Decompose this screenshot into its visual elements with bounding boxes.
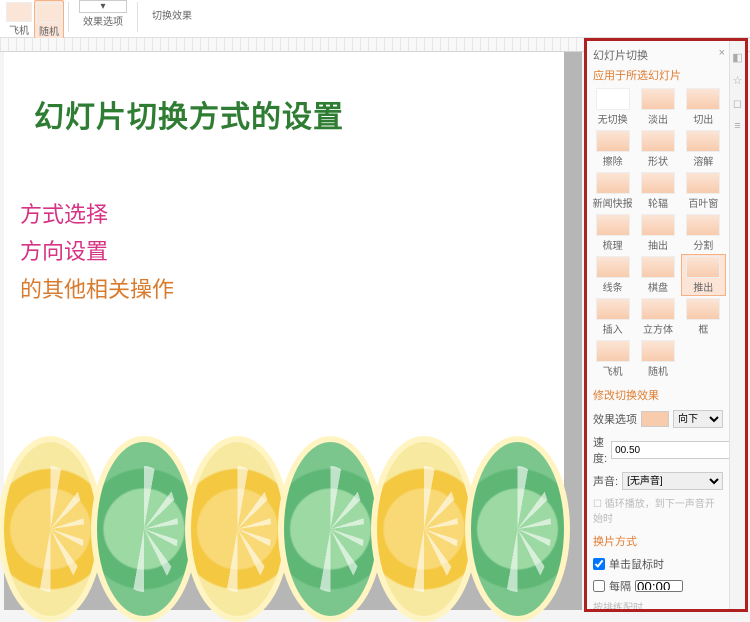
transition-梳理[interactable]: 梳理 [591, 213, 634, 253]
transition-轮辐[interactable]: 轮辐 [636, 171, 679, 211]
every-checkbox[interactable] [593, 580, 605, 592]
transition-label: 淡出 [648, 111, 668, 126]
transition-淡出[interactable]: 淡出 [636, 87, 679, 127]
rehearse-label: 按排练配时 [593, 599, 723, 609]
effect-options-label: 效果选项 [593, 411, 637, 427]
apply-heading: 应用于所选幻灯片 [591, 65, 725, 87]
transition-label: 推出 [693, 279, 713, 294]
slide-line-2: 方向设置 [20, 233, 564, 270]
transition-label: 随机 [648, 363, 668, 378]
transition-label: 飞机 [603, 363, 623, 378]
vt-icon[interactable]: ◧ [732, 51, 742, 64]
slide-body: 方式选择 方向设置 的其他相关操作 [4, 136, 564, 308]
transition-线条[interactable]: 线条 [591, 255, 634, 295]
speed-label: 速度: [593, 434, 607, 466]
transition-label: 框 [698, 321, 708, 336]
transition-棋盘[interactable]: 棋盘 [636, 255, 679, 295]
transition-框[interactable]: 框 [682, 297, 725, 337]
transition-task-pane: 幻灯片切换 × 应用于所选幻灯片 无切换 淡出 切出擦除 形状 溶解新闻快报轮辐 百叶窗梳… [584, 38, 748, 612]
transition-擦除[interactable]: 擦除 [591, 129, 634, 169]
ribbon-transition-plane[interactable]: 飞机 [4, 0, 34, 37]
effect-options-select[interactable]: 向下 [673, 410, 723, 428]
vt-icon[interactable]: ◻ [733, 97, 742, 110]
ribbon-transition-effect[interactable]: 切换效果 [142, 0, 202, 28]
slide-decoration [4, 432, 564, 572]
ribbon: 飞机 随机 ▾ 效果选项 切换效果 [0, 0, 750, 38]
transition-label: 切出 [693, 111, 713, 126]
transition-label: 立方体 [643, 321, 673, 336]
transition-分割[interactable]: 分割 [682, 213, 725, 253]
every-label: 每隔 [609, 578, 631, 594]
transition-label: 抽出 [648, 237, 668, 252]
vt-icon[interactable]: ≡ [734, 120, 740, 132]
transition-label: 新闻快报 [593, 195, 633, 210]
slide-line-3: 的其他相关操作 [20, 271, 564, 308]
transition-label: 无切换 [598, 111, 628, 126]
transition-label: 线条 [603, 279, 623, 294]
panel-title: 幻灯片切换 [593, 47, 648, 63]
every-input[interactable] [635, 580, 683, 592]
vertical-toolbar: ◧ ☆ ◻ ≡ [729, 41, 745, 609]
ribbon-transition-random[interactable]: 随机 [34, 0, 64, 39]
transition-形状[interactable]: 形状 [636, 129, 679, 169]
ribbon-effect-options[interactable]: ▾ 效果选项 [73, 0, 133, 28]
transition-切出[interactable]: 切出 [682, 87, 725, 127]
transition-新闻快报[interactable]: 新闻快报 [591, 171, 634, 211]
on-click-label: 单击鼠标时 [609, 556, 664, 572]
transition-溶解[interactable]: 溶解 [682, 129, 725, 169]
transition-无切换[interactable]: 无切换 [591, 87, 634, 127]
slide-stage: 幻灯片切换方式的设置 方式选择 方向设置 的其他相关操作 [4, 52, 582, 610]
transition-百叶窗[interactable]: 百叶窗 [682, 171, 725, 211]
transition-随机[interactable]: 随机 [636, 339, 679, 379]
modify-heading: 修改切换效果 [593, 387, 725, 403]
loop-sound-label: 循环播放，到下一声音开始时 [593, 499, 715, 525]
transition-grid: 无切换 淡出 切出擦除 形状 溶解新闻快报轮辐 百叶窗梳理 抽出 分割线条 棋盘 推出插入 立方体 框… [591, 87, 725, 379]
transition-label: 溶解 [693, 153, 713, 168]
sound-select[interactable]: [无声音] [622, 472, 723, 490]
panel-close-icon[interactable]: × [719, 47, 725, 63]
advance-heading: 换片方式 [593, 533, 725, 549]
transition-立方体[interactable]: 立方体 [636, 297, 679, 337]
transition-label: 插入 [603, 321, 623, 336]
slide-title: 幻灯片切换方式的设置 [4, 52, 564, 136]
on-click-checkbox[interactable] [593, 558, 605, 570]
transition-label: 轮辐 [648, 195, 668, 210]
transition-抽出[interactable]: 抽出 [636, 213, 679, 253]
slide-canvas[interactable]: 幻灯片切换方式的设置 方式选择 方向设置 的其他相关操作 [4, 52, 564, 572]
vt-icon[interactable]: ☆ [733, 74, 743, 87]
transition-label: 擦除 [603, 153, 623, 168]
transition-label: 梳理 [603, 237, 623, 252]
transition-推出[interactable]: 推出 [682, 255, 725, 295]
transition-label: 棋盘 [648, 279, 668, 294]
effect-options-swatch[interactable] [641, 411, 669, 427]
sound-label: 声音: [593, 473, 618, 489]
transition-label: 分割 [693, 237, 713, 252]
transition-label: 形状 [648, 153, 668, 168]
speed-input[interactable] [611, 441, 729, 459]
transition-插入[interactable]: 插入 [591, 297, 634, 337]
transition-label: 百叶窗 [688, 195, 718, 210]
transition-飞机[interactable]: 飞机 [591, 339, 634, 379]
slide-line-1: 方式选择 [20, 196, 564, 233]
